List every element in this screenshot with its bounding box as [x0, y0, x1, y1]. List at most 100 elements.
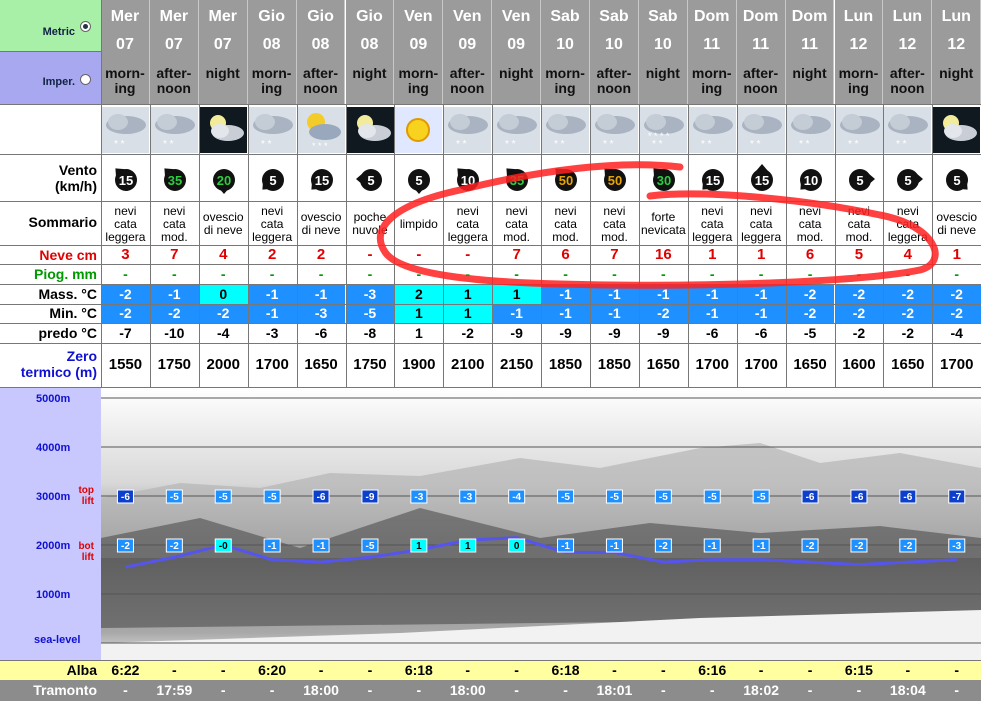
zero-level-cell: 1550: [108, 356, 143, 373]
column-divider: [346, 104, 347, 388]
column-header: Mer 07 morn- ing: [101, 0, 150, 104]
wind-indicator: 15: [107, 162, 145, 196]
min-temp-cell: -1: [492, 304, 542, 323]
svg-text:-4: -4: [512, 492, 521, 503]
snow-cell: 4: [219, 246, 228, 263]
cloud-snow-icon: * *: [884, 107, 932, 153]
day-date: 12: [849, 36, 868, 53]
cloud-snow-icon: * *: [150, 107, 198, 153]
wind-direction-icon: 5: [946, 169, 969, 191]
day-name: Gio: [356, 8, 383, 25]
wind-indicator: 5: [352, 162, 390, 196]
row-divider: [0, 264, 981, 265]
wind-indicator: 5: [254, 162, 292, 196]
svg-text:-5: -5: [170, 492, 179, 503]
rain-cell: -: [123, 266, 128, 282]
weather-icon-graphic: * *: [444, 107, 492, 153]
max-temp-cell: -1: [149, 285, 199, 304]
max-temp-cell: -2: [834, 285, 884, 304]
perceived-temp-cell: -6: [706, 325, 719, 341]
svg-text:1: 1: [416, 541, 422, 552]
svg-text:* *: * *: [554, 139, 565, 150]
wind-speed-value: 50: [608, 173, 622, 188]
max-temp-cell: -1: [296, 285, 346, 304]
svg-text:-7: -7: [952, 492, 961, 503]
day-date: 10: [556, 36, 574, 53]
metric-radio[interactable]: [80, 21, 91, 32]
day-name: Dom: [742, 8, 779, 25]
top-lift-temp: -5: [703, 489, 721, 504]
rain-cell: -: [172, 266, 177, 282]
wind-direction-icon: 5: [261, 169, 284, 191]
top-lift-temp: -6: [850, 489, 868, 504]
imperial-radio[interactable]: [80, 74, 91, 85]
perceived-temp-cell: -2: [901, 325, 915, 341]
wind-direction-icon: 20: [212, 169, 235, 194]
rain-cell: -: [758, 266, 764, 282]
weather-icon-graphic: [395, 107, 443, 153]
top-lift-temp: -3: [459, 489, 477, 504]
column-divider: [737, 104, 738, 388]
column-header: Dom 11 night: [785, 0, 835, 104]
svg-text:-5: -5: [708, 492, 717, 503]
svg-text:* *: * *: [603, 139, 614, 150]
max-temp-cell: 0: [198, 285, 248, 304]
sunrise-cell: 6:15: [844, 662, 873, 678]
wind-direction-icon: 50: [555, 168, 578, 191]
svg-text:-2: -2: [854, 541, 863, 552]
top-lift-temp: -5: [654, 489, 672, 504]
sunset-cell: 18:01: [596, 682, 633, 698]
min-temp-cell: 1: [443, 304, 493, 323]
summary-cell: nevi cata mod.: [552, 203, 579, 244]
snow-cell: 1: [952, 246, 961, 263]
max-temp-label: Mass. °C: [38, 286, 97, 302]
imperial-unit-option[interactable]: Imper.: [0, 52, 101, 104]
bot-lift-temp: -2: [899, 538, 917, 553]
column-header: Gio 08 after- noon: [296, 0, 346, 104]
sunset-cell: -: [514, 682, 519, 698]
wind-indicator: 15: [743, 162, 781, 196]
svg-text:* *: * *: [114, 139, 125, 150]
perceived-temp-cell: -3: [265, 325, 279, 341]
top-lift-temp: -6: [899, 489, 917, 504]
rain-cell: -: [856, 266, 862, 282]
svg-text:-5: -5: [757, 492, 766, 503]
svg-text:-1: -1: [317, 541, 326, 552]
snow-cell: 2: [316, 246, 326, 263]
bot-lift-label: bot lift: [78, 541, 94, 563]
bot-lift-temp: 1: [410, 538, 428, 553]
snow-cell: -: [465, 246, 471, 263]
column-header: Lun 12 night: [932, 0, 981, 104]
day-date: 09: [507, 36, 526, 53]
day-period: night: [499, 65, 534, 81]
day-name: Ven: [453, 8, 482, 25]
rain-cell: -: [416, 266, 422, 282]
wind-indicator: 10: [449, 162, 487, 196]
wind-speed-value: 15: [754, 173, 768, 188]
bot-lift-temp: -1: [312, 538, 330, 553]
day-date: 08: [262, 36, 281, 53]
metric-unit-option[interactable]: Metric: [0, 0, 101, 52]
zero-level-cell: 1600: [842, 356, 876, 373]
sunset-cell: -: [856, 682, 862, 698]
cloud-snow-icon: * *: [688, 107, 736, 153]
svg-text:-2: -2: [121, 541, 130, 552]
weather-icon-graphic: * *: [493, 107, 541, 153]
row-divider: [0, 284, 981, 285]
wind-indicator: 35: [498, 162, 536, 196]
day-period: morn- ing: [691, 65, 732, 96]
bot-lift-temp: -2: [801, 538, 819, 553]
bot-lift-temp: -1: [263, 538, 281, 553]
row-divider: [0, 343, 981, 344]
cloud-snow-icon: * *: [542, 107, 590, 153]
max-temp-cell: -1: [541, 285, 590, 304]
day-period: morn- ing: [398, 65, 439, 96]
wind-indicator: 5: [841, 162, 879, 196]
svg-text:* *: * *: [163, 139, 174, 150]
column-header: Lun 12 after- noon: [883, 0, 933, 104]
bot-lift-temp: -2: [116, 538, 134, 553]
svg-text:-3: -3: [463, 492, 472, 503]
bot-lift-temp: -3: [948, 538, 966, 553]
snow-cell: -: [367, 246, 373, 263]
min-temp-cell: -1: [736, 304, 786, 323]
